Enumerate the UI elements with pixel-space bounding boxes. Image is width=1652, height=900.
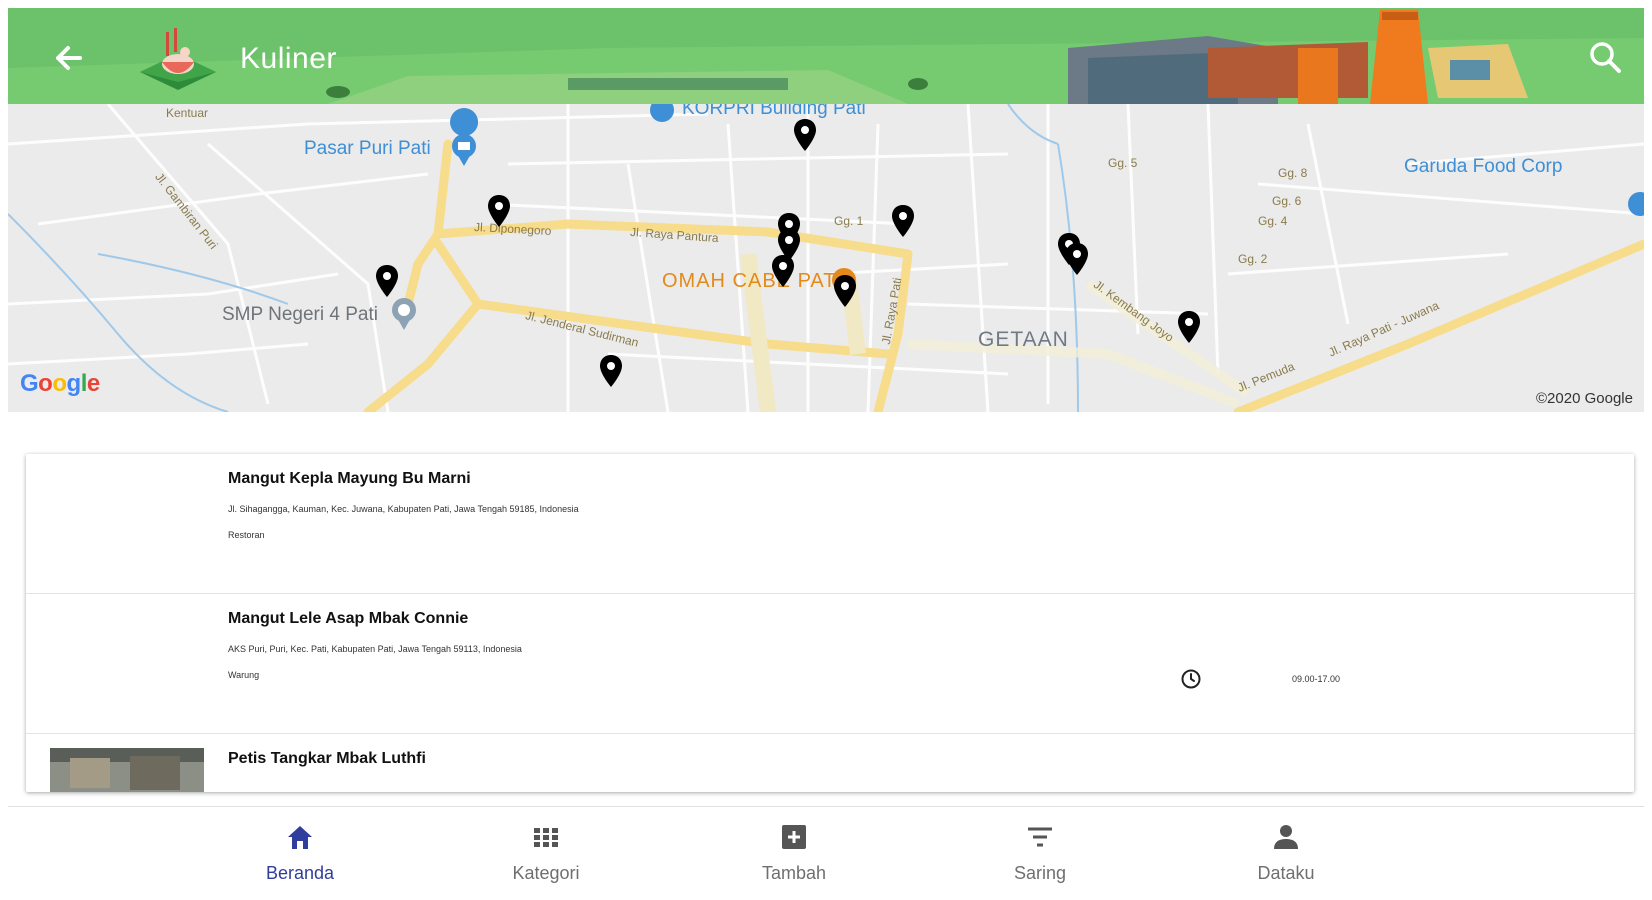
map-label-korpri: KORPRI Building Pati bbox=[682, 104, 866, 119]
map-street-kentuar: Kentuar bbox=[166, 106, 209, 120]
nav-item-beranda[interactable]: Beranda bbox=[200, 807, 400, 897]
map-label-pasar-puri: Pasar Puri Pati bbox=[304, 138, 431, 159]
map-marker-pin[interactable] bbox=[792, 118, 818, 152]
nav-label: Saring bbox=[1013, 863, 1067, 883]
list-item[interactable]: Mangut Kepla Mayung Bu Marni Jl. Sihagan… bbox=[26, 454, 1634, 594]
kuliner-logo-icon bbox=[140, 28, 216, 90]
nav-item-dataku[interactable]: Dataku bbox=[1186, 807, 1386, 897]
nav-label: Kategori bbox=[512, 863, 580, 883]
map-marker-pin[interactable] bbox=[832, 274, 858, 308]
place-address: Jl. Sihagangga, Kauman, Kec. Juwana, Kab… bbox=[228, 504, 579, 514]
map-street-gg6: Gg. 6 bbox=[1272, 194, 1302, 208]
map-marker-pin[interactable] bbox=[598, 354, 624, 388]
map-marker-pin[interactable] bbox=[1176, 310, 1202, 344]
page-title: Kuliner bbox=[240, 42, 337, 75]
place-thumbnail bbox=[50, 468, 204, 578]
map-marker-pin[interactable] bbox=[890, 204, 916, 238]
list-item[interactable]: Petis Tangkar Mbak Luthfi bbox=[26, 734, 1634, 792]
list-item[interactable]: Mangut Lele Asap Mbak Connie AKS Puri, P… bbox=[26, 594, 1634, 734]
place-category: Warung bbox=[228, 670, 260, 680]
map-label-getaan: GETAAN bbox=[978, 328, 1069, 351]
grid-icon bbox=[534, 828, 558, 847]
nav-item-saring[interactable]: Saring bbox=[940, 807, 1140, 897]
add-box-icon bbox=[782, 825, 806, 849]
place-address: AKS Puri, Puri, Kec. Pati, Kabupaten Pat… bbox=[228, 644, 522, 654]
place-name: Mangut Kepla Mayung Bu Marni bbox=[228, 470, 471, 487]
place-category: Restoran bbox=[228, 530, 265, 540]
map-copyright: ©2020 Google bbox=[1536, 390, 1633, 407]
map-label-smp-negeri-4: SMP Negeri 4 Pati bbox=[222, 304, 378, 325]
place-name: Petis Tangkar Mbak Luthfi bbox=[228, 750, 426, 767]
map-street-gg4: Gg. 4 bbox=[1258, 214, 1288, 228]
google-logo-text: Google bbox=[20, 370, 100, 397]
map-street-gg1: Gg. 1 bbox=[834, 214, 864, 228]
nav-label: Dataku bbox=[1257, 863, 1315, 883]
place-photo bbox=[50, 748, 204, 792]
nav-item-kategori[interactable]: Kategori bbox=[446, 807, 646, 897]
map-label-garuda-food: Garuda Food Corp bbox=[1404, 156, 1563, 177]
person-icon bbox=[1274, 825, 1298, 849]
home-icon bbox=[288, 826, 312, 849]
map-label-omah-cabe: OMAH CABE PATI bbox=[662, 270, 844, 292]
map-background bbox=[8, 104, 1644, 412]
arrow-left-icon[interactable] bbox=[44, 34, 92, 82]
bottom-navigation: Beranda Kategori Tambah Saring Dataku bbox=[8, 806, 1644, 896]
map-street-gg2: Gg. 2 bbox=[1238, 252, 1268, 266]
place-list: Mangut Kepla Mayung Bu Marni Jl. Sihagan… bbox=[26, 454, 1634, 792]
map-street-gg5: Gg. 5 bbox=[1108, 156, 1138, 170]
app-bar: Kuliner bbox=[8, 8, 1644, 104]
map-marker-pin[interactable] bbox=[374, 264, 400, 298]
place-thumbnail bbox=[50, 748, 204, 792]
nav-item-tambah[interactable]: Tambah bbox=[694, 807, 894, 897]
place-hours: 09.00-17.00 bbox=[1292, 674, 1341, 684]
map-marker-pin[interactable] bbox=[486, 194, 512, 228]
clock-icon bbox=[1181, 669, 1201, 689]
search-icon[interactable] bbox=[1586, 38, 1626, 78]
nav-label: Tambah bbox=[761, 863, 827, 883]
google-logo: Google bbox=[20, 370, 100, 398]
nav-label: Beranda bbox=[265, 863, 335, 883]
map-marker-pin[interactable] bbox=[1064, 242, 1090, 276]
map-view[interactable]: KORPRI Building Pati Pasar Puri Pati Gar… bbox=[8, 104, 1644, 412]
place-thumbnail bbox=[50, 608, 204, 718]
map-marker-pin[interactable] bbox=[770, 254, 796, 288]
filter-icon bbox=[1028, 827, 1052, 847]
map-street-gg8: Gg. 8 bbox=[1278, 166, 1308, 180]
place-name: Mangut Lele Asap Mbak Connie bbox=[228, 610, 469, 627]
